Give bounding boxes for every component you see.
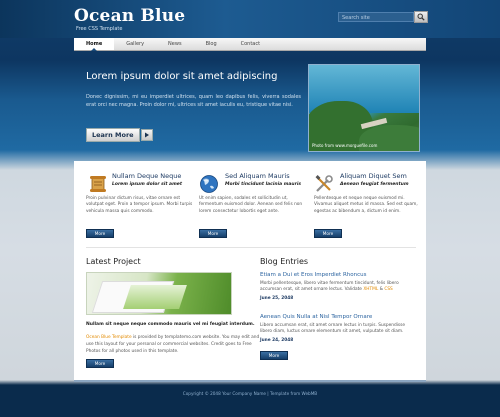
section-divider	[86, 247, 416, 248]
latest-project-text: Ocean Blue Template is provided by templ…	[86, 334, 261, 355]
feature-title: Aliquam Diquet Sem	[340, 172, 407, 180]
nav-item-home[interactable]: Home	[74, 38, 115, 51]
feature-text-1: Proin pulvinar dictum risus, vitae ornar…	[86, 196, 198, 215]
feature-column-2: Sed Aliquam Mauris Morbi tincidunt lacin…	[225, 172, 325, 187]
css-link[interactable]: CSS	[384, 287, 392, 292]
learn-more-button[interactable]: Learn More	[86, 128, 140, 142]
site-logo[interactable]: Ocean Blue	[74, 6, 185, 26]
blog-entry-1: Etiam a Dui et Eros Imperdiet Rhoncus Mo…	[260, 272, 418, 301]
search-icon	[417, 13, 425, 21]
tools-icon	[315, 175, 333, 192]
blog-entry-title[interactable]: Etiam a Dui et Eros Imperdiet Rhoncus	[260, 272, 418, 278]
latest-project-heading: Latest Project	[86, 257, 141, 266]
nav-item-blog[interactable]: Blog	[194, 38, 229, 50]
latest-project-more-button[interactable]: More	[86, 359, 114, 368]
hero-section: Lorem ipsum dolor sit amet adipiscing Do…	[86, 70, 301, 109]
footer-divider	[74, 380, 426, 382]
scroll-icon	[90, 176, 106, 192]
latest-project-caption: Nullam sit neque neque commodo mauris ve…	[86, 322, 255, 327]
learn-more-arrow-button[interactable]	[141, 129, 153, 141]
search-input[interactable]: Search site	[338, 12, 414, 22]
globe-icon	[200, 175, 218, 193]
blog-entry-date: June 24, 2048	[260, 337, 294, 343]
blog-entry-date: June 25, 2048	[260, 295, 294, 301]
blog-heading: Blog Entries	[260, 257, 309, 266]
blog-entry-2: Aenean Quis Nulla at Nisl Tempor Ornare …	[260, 314, 418, 343]
feature-column-1: Nullam Deque Neque Lorem ipsum dolor sit…	[112, 172, 212, 187]
feature-title: Nullam Deque Neque	[112, 172, 182, 180]
feature-text: Proin pulvinar dictum risus, vitae ornar…	[86, 196, 193, 214]
feature-more-button-3[interactable]: More	[314, 229, 342, 238]
site-tagline: Free CSS Template	[76, 26, 123, 32]
feature-column-3: Aliquam Diquet Sem Aenean feugiat fermen…	[340, 172, 440, 187]
xhtml-link[interactable]: XHTML	[363, 287, 378, 292]
feature-title: Sed Aliquam Mauris	[225, 172, 290, 180]
nav-item-contact[interactable]: Contact	[229, 38, 272, 50]
search-button[interactable]	[414, 11, 428, 23]
nav-item-news[interactable]: News	[156, 38, 194, 50]
footer-text: Copyright © 2048 Your Company Name | Tem…	[182, 391, 318, 396]
nav-item-gallery[interactable]: Gallery	[114, 38, 156, 50]
hero-text: Donec dignissim, mi eu imperdiet ultrice…	[86, 94, 301, 108]
feature-subtitle: Lorem ipsum dolor sit amet	[112, 182, 182, 187]
blog-more-button[interactable]: More	[260, 351, 288, 360]
feature-text-3: Pellentesque et neque neque euismod mi. …	[314, 196, 418, 215]
template-link[interactable]: Ocean Blue Template	[86, 335, 132, 340]
main-nav: Home Gallery News Blog Contact	[74, 38, 426, 51]
feature-text: Ut enim sapien, sodales et sollicitudin …	[199, 196, 303, 214]
feature-text: Pellentesque et neque neque euismod mi. …	[314, 196, 418, 214]
feature-subtitle: Aenean feugiat fermentum	[340, 182, 409, 187]
hero-title: Lorem ipsum dolor sit amet adipiscing	[86, 71, 278, 82]
header: Ocean Blue Free CSS Template Search site	[0, 0, 500, 38]
blog-entry-text: Libero accumsan erat, sit amet ornare le…	[260, 323, 406, 335]
arrow-right-icon	[145, 132, 149, 138]
latest-project-image[interactable]	[86, 272, 232, 315]
blog-entry-text: Morbi pellentesque, libero vitae ferment…	[260, 281, 399, 293]
feature-subtitle: Morbi tincidunt lacinia mauris	[225, 182, 302, 187]
hero-photo: Photo from www.morguefile.com	[308, 64, 420, 152]
feature-text-2: Ut enim sapien, sodales et sollicitudin …	[199, 196, 311, 215]
feature-more-button-2[interactable]: More	[199, 229, 227, 238]
hero-photo-caption: Photo from www.morguefile.com	[312, 143, 378, 148]
feature-more-button-1[interactable]: More	[86, 229, 114, 238]
blog-entry-title[interactable]: Aenean Quis Nulla at Nisl Tempor Ornare	[260, 314, 418, 320]
